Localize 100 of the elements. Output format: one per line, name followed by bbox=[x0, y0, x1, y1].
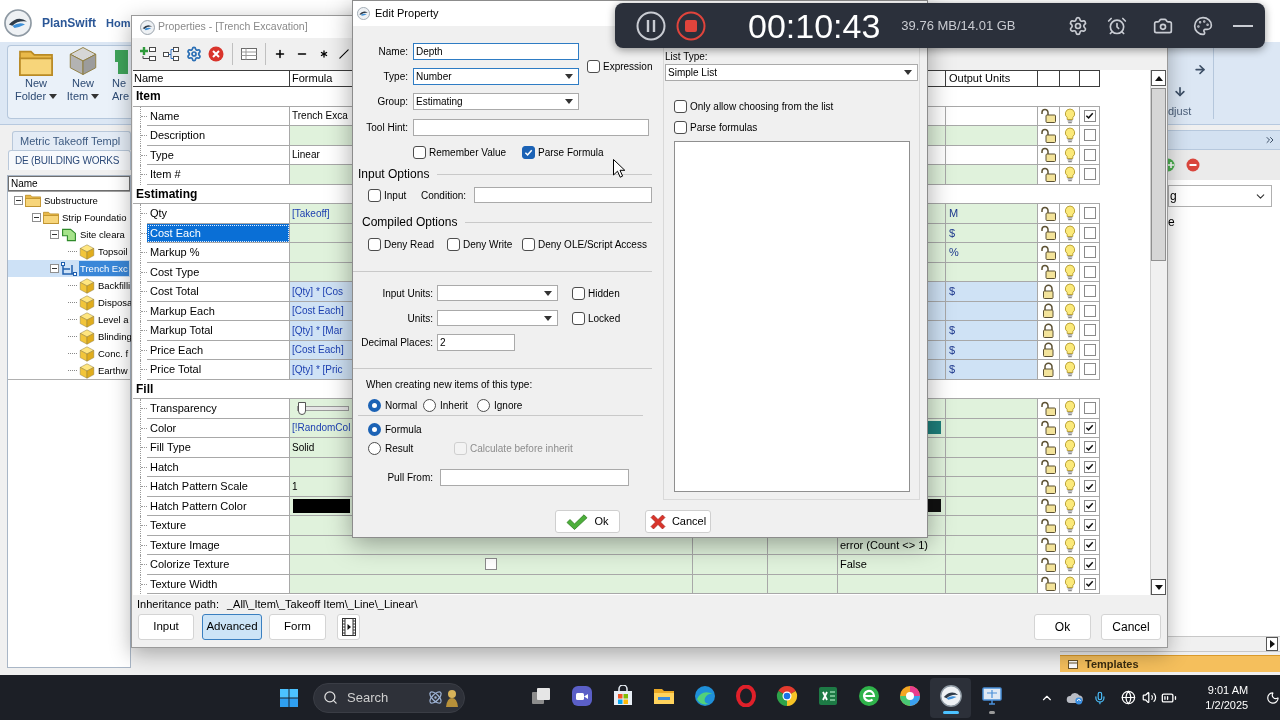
checkbox[interactable] bbox=[1083, 129, 1096, 142]
text-field[interactable]: 2 bbox=[437, 334, 515, 351]
checkbox[interactable] bbox=[1083, 577, 1096, 590]
checkbox[interactable] bbox=[572, 286, 585, 300]
taskbar-app-button[interactable] bbox=[930, 677, 971, 718]
volume-icon[interactable] bbox=[1142, 690, 1158, 705]
tree-item[interactable]: Substructure bbox=[43, 193, 99, 208]
checkbox[interactable] bbox=[1083, 402, 1096, 415]
open-lock-icon[interactable] bbox=[1041, 205, 1056, 221]
mode-button[interactable]: Advanced bbox=[202, 614, 262, 640]
dialog-button[interactable]: Ok bbox=[555, 510, 620, 533]
property-name-cell[interactable]: Price Total bbox=[147, 360, 290, 380]
open-lock-icon[interactable] bbox=[1041, 537, 1056, 553]
ribbon-tab[interactable]: Hom bbox=[106, 14, 131, 32]
dropdown[interactable]: Number bbox=[413, 68, 579, 85]
palette-icon[interactable] bbox=[1193, 15, 1213, 36]
checkbox[interactable] bbox=[1083, 343, 1096, 356]
minus-circle-icon[interactable] bbox=[1186, 158, 1200, 172]
checkbox[interactable] bbox=[1083, 460, 1096, 473]
checkbox[interactable] bbox=[368, 188, 381, 202]
scroll-up-button[interactable] bbox=[1151, 70, 1166, 86]
plus-icon[interactable] bbox=[274, 48, 286, 60]
checkbox[interactable] bbox=[485, 558, 497, 571]
table-icon[interactable] bbox=[241, 46, 257, 62]
open-lock-icon[interactable] bbox=[1041, 264, 1056, 280]
open-lock-icon[interactable] bbox=[1041, 420, 1056, 436]
tree-item[interactable]: Blinding bbox=[97, 329, 133, 344]
checkbox[interactable] bbox=[1083, 519, 1096, 532]
arrow-down-icon[interactable] bbox=[1173, 85, 1187, 99]
microphone-icon[interactable] bbox=[1092, 690, 1107, 705]
property-value-strip[interactable]: False bbox=[290, 555, 1038, 575]
start-icon[interactable] bbox=[280, 688, 298, 707]
column-header[interactable]: Name bbox=[8, 176, 130, 191]
cloud-sync-icon[interactable] bbox=[1065, 690, 1084, 705]
property-name-cell[interactable]: Fill Type bbox=[147, 438, 290, 458]
checkbox[interactable] bbox=[587, 60, 600, 73]
property-name-cell[interactable]: Markup % bbox=[147, 243, 290, 263]
asterisk-icon[interactable] bbox=[318, 48, 330, 60]
templates-bar[interactable]: Templates bbox=[1060, 655, 1280, 672]
property-name-cell[interactable]: Transparency bbox=[147, 399, 290, 419]
property-name-cell[interactable]: Markup Total bbox=[147, 321, 290, 341]
text-field[interactable]: Depth bbox=[413, 43, 579, 60]
open-lock-icon[interactable] bbox=[1041, 439, 1056, 455]
open-lock-icon[interactable] bbox=[1041, 478, 1056, 494]
lock-icon[interactable] bbox=[1041, 322, 1056, 338]
open-lock-icon[interactable] bbox=[1041, 127, 1056, 143]
document-tab[interactable]: Metric Takeoff Templ bbox=[12, 131, 131, 150]
tree-item[interactable]: Backfilli bbox=[97, 278, 132, 293]
ribbon-button[interactable]: New Folder bbox=[14, 48, 58, 103]
collapse-icon[interactable] bbox=[32, 213, 41, 222]
dialog-button[interactable]: Ok bbox=[1034, 614, 1091, 640]
property-name-cell[interactable]: Colorize Texture bbox=[147, 555, 290, 575]
dropdown[interactable]: g bbox=[1168, 185, 1272, 207]
radio-button[interactable] bbox=[368, 399, 381, 412]
text-field[interactable] bbox=[413, 119, 649, 136]
lock-icon[interactable] bbox=[1041, 283, 1056, 299]
list-item[interactable]: e bbox=[1168, 213, 1175, 231]
radio-button[interactable] bbox=[368, 442, 381, 455]
checkbox[interactable] bbox=[1083, 499, 1096, 512]
tree-nodes-icon[interactable] bbox=[163, 46, 179, 62]
property-name-cell[interactable]: Hatch Pattern Scale bbox=[147, 477, 290, 497]
tree-item[interactable]: Conc. f bbox=[97, 346, 130, 361]
slider-thumb[interactable] bbox=[298, 401, 306, 415]
checkbox[interactable] bbox=[1083, 363, 1096, 376]
open-lock-icon[interactable] bbox=[1041, 147, 1056, 163]
checkbox[interactable] bbox=[1083, 246, 1096, 259]
checkbox[interactable] bbox=[1083, 109, 1096, 122]
checkbox[interactable] bbox=[674, 121, 687, 134]
checkbox[interactable] bbox=[522, 238, 535, 251]
pause-icon[interactable] bbox=[636, 10, 666, 41]
collapse-icon[interactable] bbox=[14, 196, 23, 205]
dialog-button[interactable]: Cancel bbox=[1101, 614, 1161, 640]
globe-icon[interactable] bbox=[1121, 690, 1137, 705]
checkbox[interactable] bbox=[1083, 538, 1096, 551]
checkbox[interactable] bbox=[1083, 207, 1096, 220]
open-lock-icon[interactable] bbox=[1041, 517, 1056, 533]
checkbox[interactable] bbox=[1083, 421, 1096, 434]
checkbox[interactable] bbox=[1083, 324, 1096, 337]
x-circle-icon[interactable] bbox=[208, 46, 224, 62]
mode-button[interactable]: Form bbox=[269, 614, 326, 640]
checkbox[interactable] bbox=[1083, 304, 1096, 317]
property-name-cell[interactable]: Cost Each bbox=[147, 223, 290, 243]
film-button[interactable] bbox=[337, 614, 360, 640]
property-name-cell[interactable]: Cost Total bbox=[147, 282, 290, 302]
checkbox[interactable] bbox=[572, 311, 585, 325]
tree-item[interactable]: Trench Exc bbox=[79, 261, 129, 276]
search-field[interactable]: Search bbox=[313, 682, 465, 713]
checkbox[interactable] bbox=[1083, 148, 1096, 161]
checkbox[interactable] bbox=[413, 146, 426, 159]
checkbox[interactable] bbox=[368, 238, 381, 251]
arrow-right-icon[interactable] bbox=[1193, 63, 1207, 77]
checkbox[interactable] bbox=[1083, 285, 1096, 298]
column-header[interactable]: Formula bbox=[292, 70, 333, 87]
tree-item[interactable]: Level a bbox=[97, 312, 130, 327]
dropdown[interactable]: Simple List bbox=[665, 64, 918, 81]
mode-button[interactable]: Input bbox=[138, 614, 194, 640]
tree-item[interactable]: Site cleara bbox=[79, 227, 126, 242]
stop-icon[interactable] bbox=[676, 10, 706, 41]
property-name-cell[interactable]: Description bbox=[147, 126, 290, 146]
scrollbar[interactable] bbox=[1150, 70, 1166, 595]
